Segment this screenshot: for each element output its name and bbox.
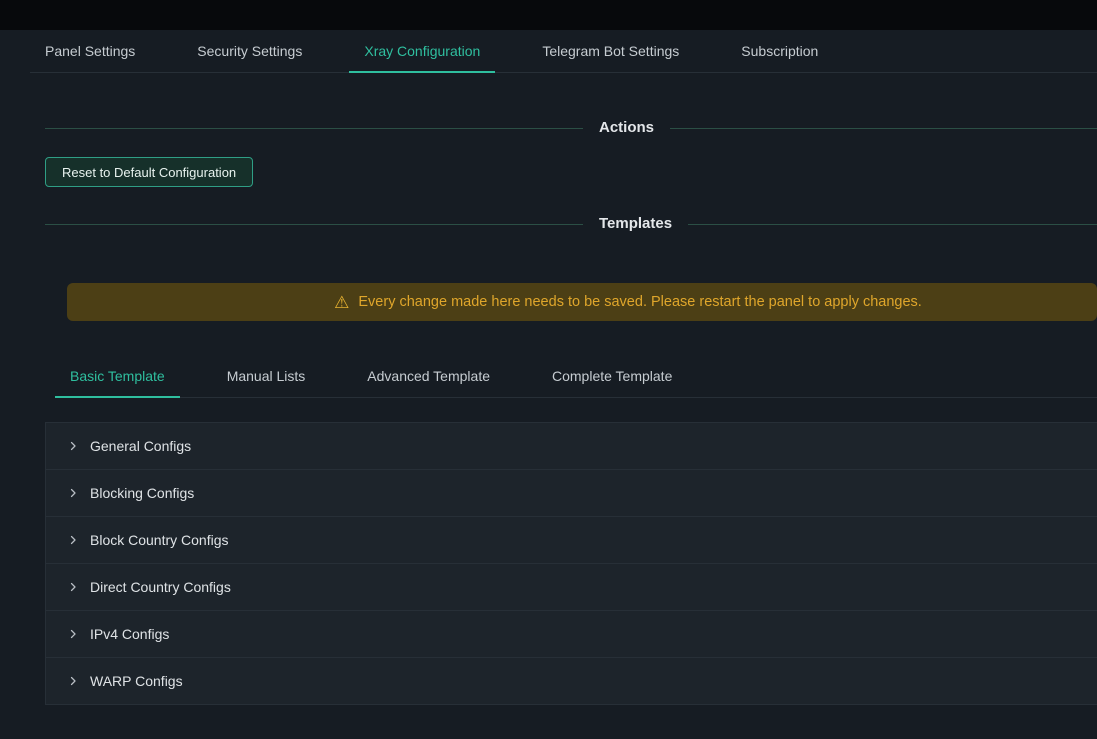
divider-line-right	[670, 128, 1097, 129]
accordion-item-label: General Configs	[90, 438, 191, 454]
divider-line-left	[45, 128, 583, 129]
accordion-item-label: Block Country Configs	[90, 532, 229, 548]
tab-telegram-bot-settings[interactable]: Telegram Bot Settings	[527, 30, 694, 72]
settings-page: Panel Settings Security Settings Xray Co…	[0, 30, 1097, 705]
divider-line-left	[45, 224, 583, 225]
tab-advanced-template[interactable]: Advanced Template	[352, 355, 505, 397]
main-tabs: Panel Settings Security Settings Xray Co…	[30, 30, 1097, 73]
template-tabs: Basic Template Manual Lists Advanced Tem…	[55, 355, 1097, 398]
accordion-item-general-configs[interactable]: General Configs	[46, 423, 1097, 470]
chevron-right-icon	[67, 581, 79, 593]
warning-banner-text: Every change made here needs to be saved…	[358, 294, 921, 310]
accordion-item-direct-country-configs[interactable]: Direct Country Configs	[46, 564, 1097, 611]
template-accordion: General Configs Blocking Configs Block C…	[45, 422, 1097, 705]
top-bar	[0, 0, 1097, 30]
tab-security-settings[interactable]: Security Settings	[182, 30, 317, 72]
accordion-item-warp-configs[interactable]: WARP Configs	[46, 658, 1097, 704]
tab-complete-template[interactable]: Complete Template	[537, 355, 687, 397]
chevron-right-icon	[67, 628, 79, 640]
accordion-item-blocking-configs[interactable]: Blocking Configs	[46, 470, 1097, 517]
chevron-right-icon	[67, 440, 79, 452]
accordion-item-block-country-configs[interactable]: Block Country Configs	[46, 517, 1097, 564]
divider-line-right	[688, 224, 1097, 225]
tab-panel-settings[interactable]: Panel Settings	[30, 30, 150, 72]
accordion-item-label: WARP Configs	[90, 673, 183, 689]
chevron-right-icon	[67, 534, 79, 546]
accordion-item-label: Blocking Configs	[90, 485, 194, 501]
warning-banner: ⚠ Every change made here needs to be sav…	[67, 283, 1097, 321]
warning-triangle-icon: ⚠	[334, 294, 349, 311]
tab-manual-lists[interactable]: Manual Lists	[212, 355, 321, 397]
reset-to-default-button[interactable]: Reset to Default Configuration	[45, 157, 253, 187]
tab-subscription[interactable]: Subscription	[726, 30, 833, 72]
chevron-right-icon	[67, 487, 79, 499]
actions-divider: Actions	[45, 117, 1097, 139]
accordion-item-label: IPv4 Configs	[90, 626, 169, 642]
actions-section-title: Actions	[599, 117, 654, 139]
chevron-right-icon	[67, 675, 79, 687]
tab-xray-configuration[interactable]: Xray Configuration	[349, 30, 495, 72]
templates-section-title: Templates	[599, 213, 672, 235]
tab-basic-template[interactable]: Basic Template	[55, 355, 180, 397]
accordion-item-label: Direct Country Configs	[90, 579, 231, 595]
accordion-item-ipv4-configs[interactable]: IPv4 Configs	[46, 611, 1097, 658]
templates-divider: Templates	[45, 213, 1097, 235]
